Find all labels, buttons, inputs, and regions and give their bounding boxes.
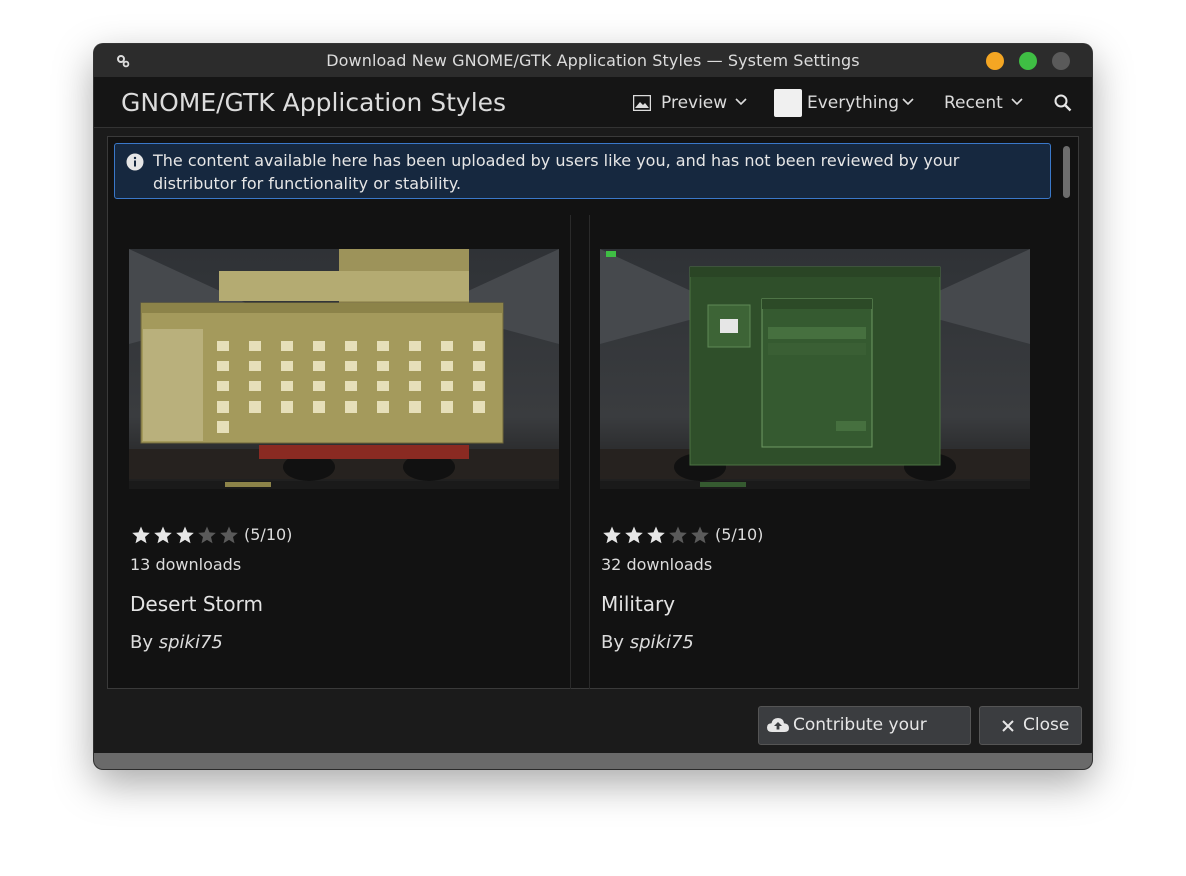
image-icon (633, 95, 651, 111)
column-divider (589, 215, 590, 689)
desert-storm-screenshot (129, 249, 559, 489)
minimize-button[interactable] (986, 52, 1004, 70)
rating-stars: (5/10) (602, 524, 763, 544)
search-icon (1054, 94, 1072, 112)
close-button[interactable]: Close (979, 706, 1082, 745)
warning-notice: The content available here has been uplo… (114, 143, 1051, 199)
close-icon (1002, 720, 1014, 732)
filter-label: Everything (807, 93, 900, 113)
download-count: 13 downloads (130, 555, 242, 574)
star-filled-icon (625, 526, 643, 543)
contribute-button[interactable]: Contribute your own... (758, 706, 971, 769)
rating-stars: (5/10) (131, 524, 292, 544)
dialog-window: Download New GNOME/GTK Application Style… (94, 44, 1092, 769)
info-icon (126, 153, 144, 171)
sort-label: Recent (944, 93, 1003, 113)
star-filled-icon (647, 526, 665, 543)
star-filled-icon (132, 526, 150, 543)
close-label: Close (1023, 715, 1070, 735)
by-label: By (130, 632, 154, 653)
item-name[interactable]: Military (601, 592, 675, 616)
author-name[interactable]: spiki75 (630, 632, 694, 653)
page-title: GNOME/GTK Application Styles (121, 88, 507, 117)
preview-image[interactable] (600, 249, 1030, 489)
star-filled-icon (154, 526, 172, 543)
author-line: By spiki75 (601, 632, 694, 653)
chevron-down-icon (902, 98, 914, 106)
column-divider (570, 215, 571, 689)
search-button[interactable] (1054, 91, 1074, 113)
title-bar[interactable]: Download New GNOME/GTK Application Style… (94, 44, 1092, 77)
filter-swatch (774, 89, 802, 117)
by-label: By (601, 632, 625, 653)
download-count: 32 downloads (601, 555, 713, 574)
chevron-down-icon (1011, 98, 1023, 106)
star-empty-icon (220, 526, 238, 543)
view-mode-dropdown[interactable]: Preview (633, 91, 751, 115)
sort-dropdown[interactable]: Recent (944, 91, 1028, 115)
notice-text: The content available here has been uplo… (153, 151, 960, 193)
cloud-upload-icon (767, 718, 789, 732)
maximize-button[interactable] (1019, 52, 1037, 70)
content-scroll-area[interactable]: The content available here has been uplo… (107, 136, 1079, 689)
star-empty-icon (198, 526, 216, 543)
filter-dropdown[interactable]: Everything (774, 89, 916, 117)
preview-image[interactable] (129, 249, 559, 489)
view-mode-label: Preview (661, 93, 728, 113)
author-name[interactable]: spiki75 (159, 632, 223, 653)
page-header: GNOME/GTK Application Styles Preview Eve… (94, 77, 1092, 128)
rating-text: (5/10) (715, 525, 764, 544)
window-title: Download New GNOME/GTK Application Style… (326, 51, 860, 70)
window-bottom-bar (94, 753, 1092, 769)
rating-text: (5/10) (244, 525, 293, 544)
chevron-down-icon (735, 98, 747, 106)
author-line: By spiki75 (130, 632, 223, 653)
item-name[interactable]: Desert Storm (130, 592, 263, 616)
scrollbar-handle[interactable] (1063, 146, 1070, 198)
star-filled-icon (603, 526, 621, 543)
star-empty-icon (669, 526, 687, 543)
star-filled-icon (176, 526, 194, 543)
military-screenshot (600, 249, 1030, 489)
close-window-button[interactable] (1052, 52, 1070, 70)
star-empty-icon (691, 526, 709, 543)
